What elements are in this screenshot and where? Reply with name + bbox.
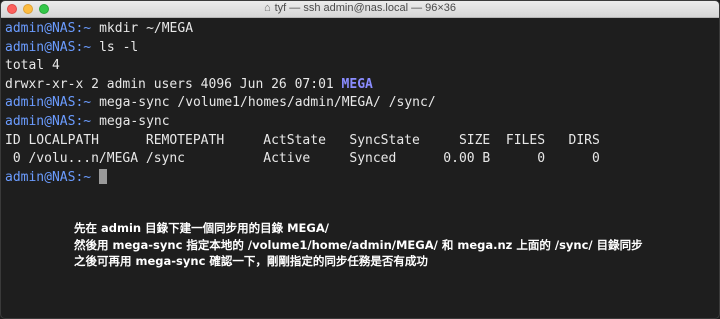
prompt-path: ~ <box>83 21 92 36</box>
prompt-user: admin@NAS: <box>5 113 84 129</box>
prompt-line: admin@NAS:~ mega-sync /volume1/homes/admi… <box>5 94 715 113</box>
prompt-line: admin@NAS:~ mega-sync <box>5 113 715 132</box>
output-line: 0 /volu...n/MEGA /sync Active Synced 0.0… <box>5 151 600 167</box>
home-folder-icon: ⌂ <box>263 2 271 14</box>
prompt-path: ~ <box>83 113 92 129</box>
window-title-container: ⌂ tyf — ssh admin@nas.local — 96×36 <box>1 2 719 14</box>
title-bar[interactable]: ⌂ tyf — ssh admin@nas.local — 96×36 <box>1 1 719 18</box>
command-text: mkdir ~/MEGA <box>99 21 194 36</box>
note-line: 之後可再用 mega-sync 確認一下，剛剛指定的同步任務是否有成功 <box>74 254 428 268</box>
command-text: mega-sync /volume1/homes/admin/MEGA/ /sy… <box>99 95 436 111</box>
output-line: ID LOCALPATH REMOTEPATH ActState SyncSta… <box>5 132 600 148</box>
directory-name: MEGA <box>341 76 373 92</box>
prompt-line: admin@NAS:~ ls -l <box>5 39 715 58</box>
prompt-user: admin@NAS: <box>5 39 84 55</box>
prompt-path: ~ <box>83 39 92 55</box>
command-text: ls -l <box>99 39 139 55</box>
prompt-user: admin@NAS: <box>5 95 84 111</box>
prompt-user: admin@NAS: <box>5 21 84 36</box>
window-title: tyf — ssh admin@nas.local — 96×36 <box>274 2 457 14</box>
ls-entry-text: drwxr-xr-x 2 admin users 4096 Jun 26 07:… <box>5 76 342 92</box>
terminal-output[interactable]: admin@NAS:~ mkdir ~/MEGA admin@NAS:~ ls -l t… <box>5 20 715 187</box>
prompt-path: ~ <box>83 95 92 111</box>
annotation-note: 先在 admin 目錄下建一個同步用的目錄 MEGA/ 然後用 mega-syn… <box>74 220 643 270</box>
note-line: 然後用 mega-sync 指定本地的 /volume1/home/admin/… <box>74 237 643 252</box>
ls-output-line: drwxr-xr-x 2 admin users 4096 Jun 26 07:… <box>5 76 715 95</box>
command-text: mega-sync <box>99 113 170 129</box>
output-line: total 4 <box>5 58 60 74</box>
prompt-user: admin@NAS: <box>5 169 84 185</box>
terminal-window: ⌂ tyf — ssh admin@nas.local — 96×36 admin… <box>0 0 720 319</box>
prompt-line: admin@NAS:~ mkdir ~/MEGA <box>5 20 715 39</box>
note-line: 先在 admin 目錄下建一個同步用的目錄 MEGA/ <box>74 221 329 235</box>
prompt-line: admin@NAS:~ <box>5 168 715 188</box>
prompt-path: ~ <box>83 169 92 185</box>
cursor-block <box>99 168 108 184</box>
